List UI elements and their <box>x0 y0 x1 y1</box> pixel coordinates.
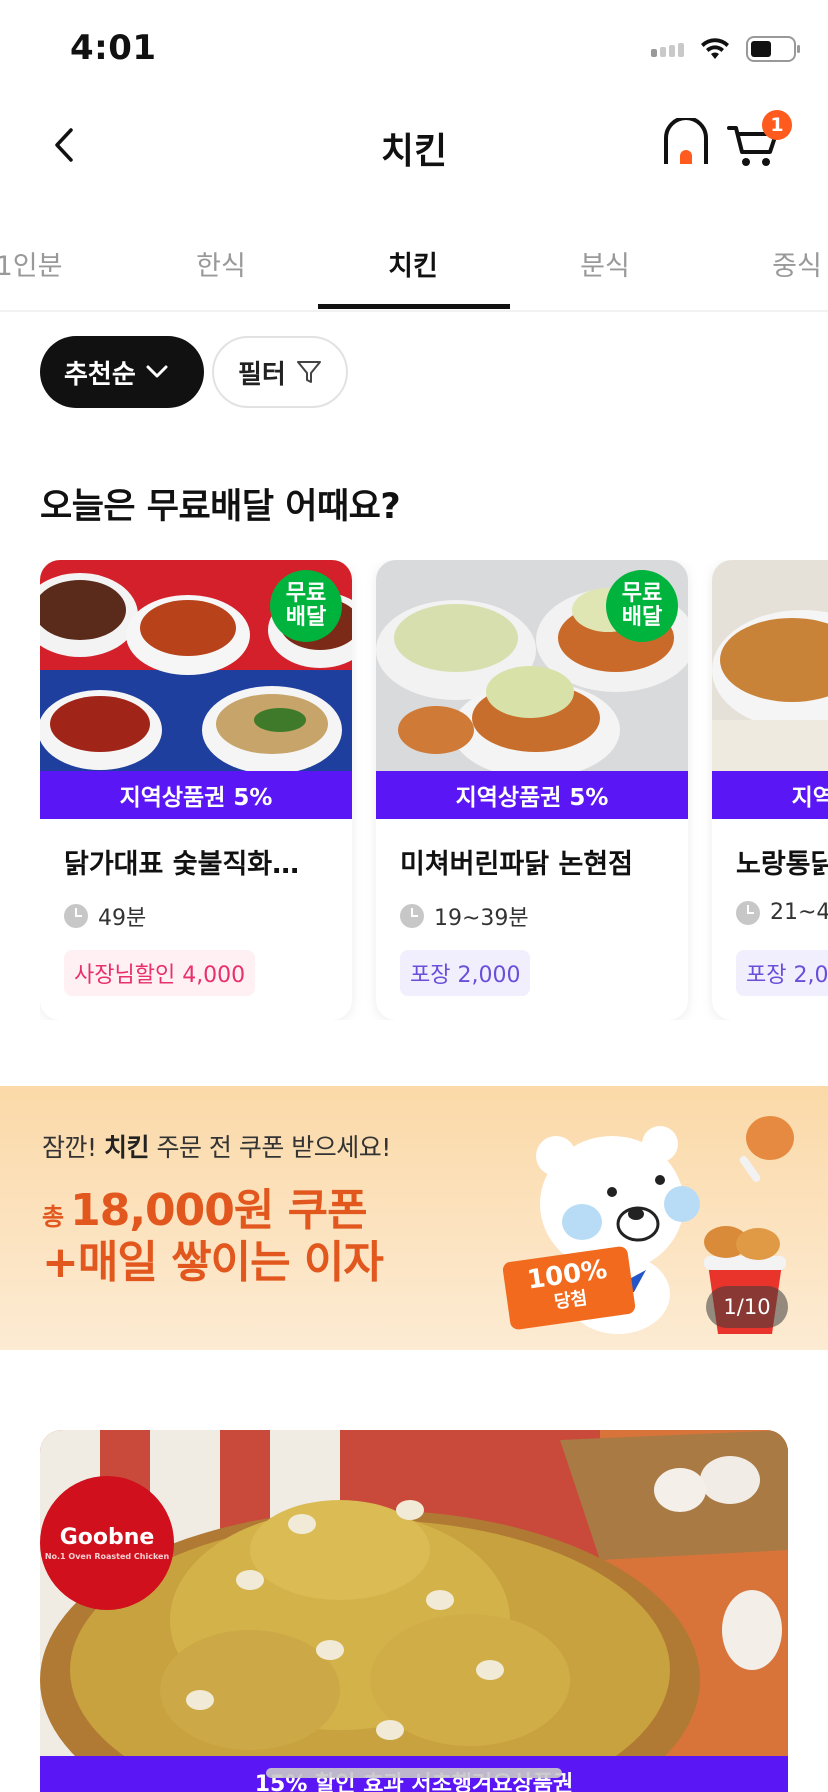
filter-icon <box>296 361 321 383</box>
promo-subtitle-prefix: 잠깐! <box>42 1133 104 1162</box>
tab-chicken[interactable]: 치킨 <box>318 244 508 283</box>
featured-food-image <box>40 1430 788 1792</box>
restaurant-card[interactable]: 무료배달 지역상품권 5% 닭가대표 숯불직화… 49분 사장님할인 4,000 <box>40 560 352 1020</box>
free-delivery-carousel: 무료배달 지역상품권 5% 닭가대표 숯불직화… 49분 사장님할인 4,000 <box>40 560 828 1020</box>
delivery-time: 21~4 <box>736 900 828 925</box>
filter-label: 필터 <box>238 359 286 390</box>
restaurant-image: 무료배달 <box>40 560 352 771</box>
home-button[interactable] <box>660 116 712 170</box>
chevron-down-icon <box>146 365 168 378</box>
category-tabs: 1인분 한식 치킨 분식 중식 <box>0 230 828 312</box>
sort-label: 추천순 <box>64 359 136 390</box>
free-delivery-badge: 무료배달 <box>606 570 678 642</box>
promo-subtitle-suffix: 주문 전 쿠폰 받으세요! <box>149 1133 391 1162</box>
clock-icon <box>64 904 88 928</box>
battery-icon <box>746 36 800 62</box>
discount-tag: 사장님할인 4,000 <box>64 950 256 996</box>
home-indicator[interactable] <box>266 1768 562 1778</box>
voucher-banner: 지역상품권 5% <box>712 771 828 819</box>
goobne-logo: Goobne No.1 Oven Roasted Chicken <box>40 1476 174 1610</box>
section-title: 오늘은 무료배달 어때요? <box>40 487 401 527</box>
delivery-time: 49분 <box>64 900 146 932</box>
clock-icon <box>736 900 760 925</box>
clock-icon <box>400 904 424 928</box>
restaurant-card[interactable]: 무료배달 지역상품권 5% 미쳐버린파닭 논현점 19~39분 포장 2,000 <box>376 560 688 1020</box>
coupon-promo-banner[interactable]: 잠깐! 치킨 주문 전 쿠폰 받으세요! 총 18,000원 쿠폰 +매일 쌓이… <box>0 1086 828 1350</box>
sort-dropdown[interactable]: 추천순 <box>40 336 204 408</box>
delivery-time-text: 19~39분 <box>434 906 529 931</box>
delivery-time: 19~39분 <box>400 900 529 932</box>
restaurant-card[interactable]: 지역상품권 5% 노랑통닭 21~4 포장 2,0 <box>712 560 828 1020</box>
wifi-icon <box>701 38 729 59</box>
tab-snack[interactable]: 분식 <box>510 244 700 283</box>
promo-headline-2: +매일 쌓이는 이자 <box>42 1237 384 1288</box>
promo-subtitle-category: 치킨 <box>103 1133 150 1162</box>
pickup-discount-tag: 포장 2,0 <box>736 950 828 996</box>
status-time: 4:01 <box>70 28 157 68</box>
restaurant-name: 노랑통닭 <box>736 849 828 880</box>
delivery-time-text: 21~4 <box>770 900 828 925</box>
banner-pager: 1/10 <box>706 1286 788 1328</box>
logo-subtext: No.1 Oven Roasted Chicken <box>44 1552 170 1561</box>
filter-button[interactable]: 필터 <box>212 336 348 408</box>
cart-button[interactable]: 1 <box>726 110 792 170</box>
pickup-discount-tag: 포장 2,000 <box>400 950 531 996</box>
free-delivery-badge: 무료배달 <box>270 570 342 642</box>
tab-korean[interactable]: 한식 <box>126 244 316 283</box>
active-tab-indicator <box>318 304 510 309</box>
logo-text: Goobne <box>59 1525 155 1550</box>
tab-chinese[interactable]: 중식 <box>702 244 828 283</box>
promo-subtitle: 잠깐! 치킨 주문 전 쿠폰 받으세요! <box>42 1128 391 1164</box>
voucher-banner: 지역상품권 5% <box>376 771 688 819</box>
restaurant-name: 닭가대표 숯불직화… <box>64 849 300 880</box>
restaurant-image <box>712 560 828 771</box>
status-bar: 4:01 <box>0 0 828 100</box>
sort-filter-bar: 추천순 필터 <box>40 336 348 408</box>
featured-restaurant-card[interactable]: Goobne No.1 Oven Roasted Chicken 15% 할인 … <box>40 1430 788 1792</box>
restaurant-image: 무료배달 <box>376 560 688 771</box>
tab-1인분[interactable]: 1인분 <box>0 244 124 283</box>
cart-count-badge: 1 <box>762 110 792 140</box>
restaurant-name: 미쳐버린파닭 논현점 <box>400 849 633 880</box>
status-icons <box>651 36 800 62</box>
top-app-bar: 치킨 1 <box>0 100 828 190</box>
cellular-signal-icon <box>651 41 684 57</box>
delivery-time-text: 49분 <box>98 906 147 931</box>
home-icon <box>664 116 708 164</box>
voucher-banner: 지역상품권 5% <box>40 771 352 819</box>
